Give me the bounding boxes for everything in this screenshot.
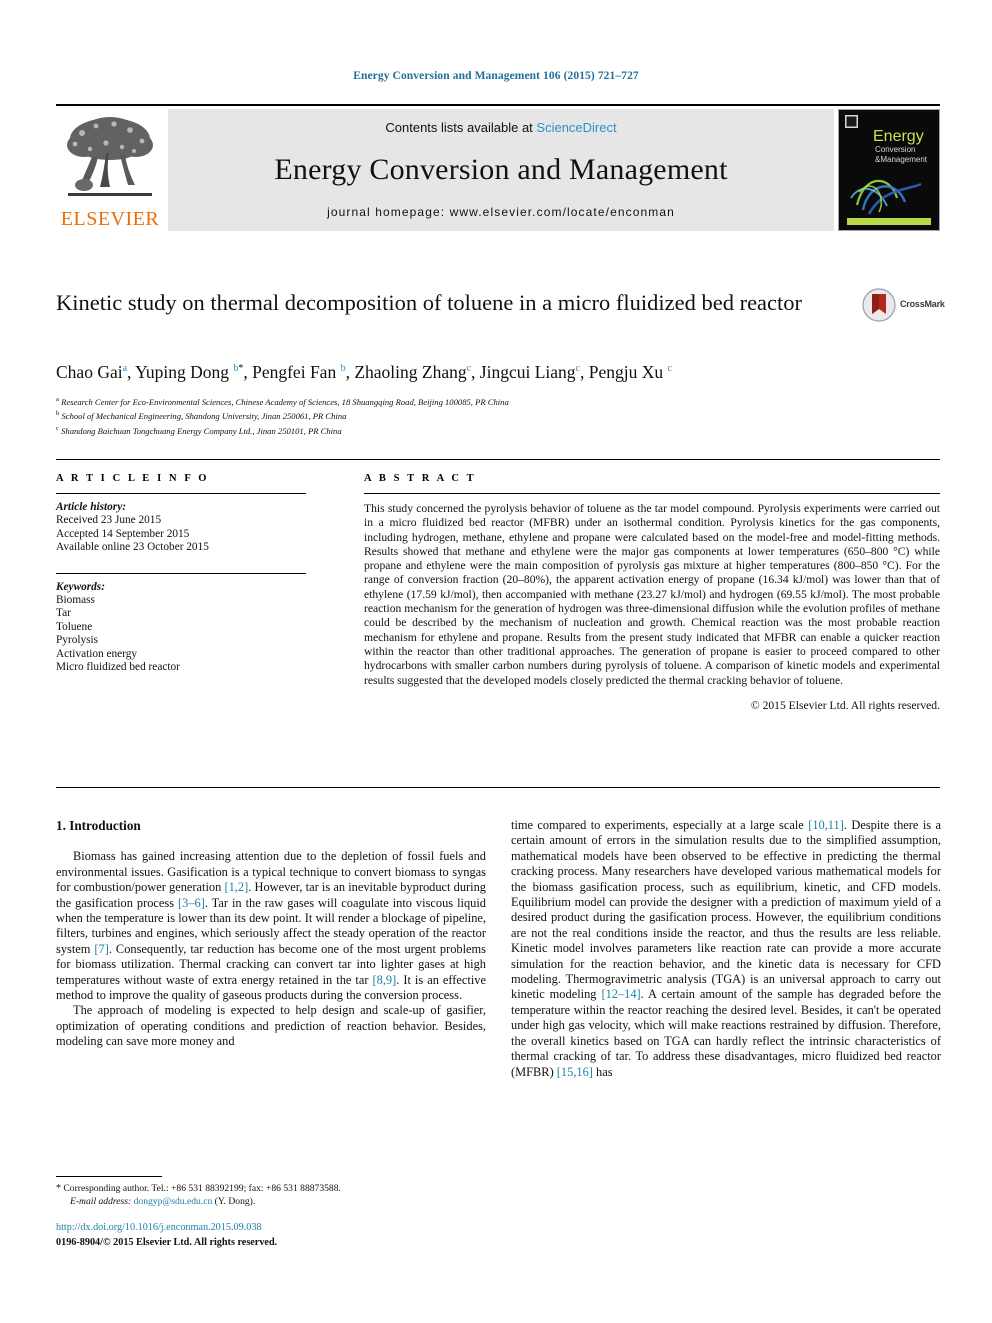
email-label: E-mail address: — [70, 1195, 132, 1207]
body-column-right: time compared to experiments, especially… — [511, 818, 941, 1080]
author-name: Pengfei Fan — [252, 361, 337, 382]
affiliation-list: a Research Center for Eco-Environmental … — [56, 394, 936, 437]
affiliation-marker: a — [56, 396, 59, 403]
article-history-label: Article history: — [56, 501, 126, 513]
author-affil-marker: c — [667, 363, 672, 374]
keyword-item: Toluene — [56, 620, 93, 633]
paragraph: The approach of modeling is expected to … — [56, 1003, 486, 1049]
footnote-rule — [56, 1176, 162, 1177]
email-link[interactable]: dongyp@sdu.edu.cn — [134, 1196, 213, 1207]
paragraph: Biomass has gained increasing attention … — [56, 849, 486, 1003]
author-affil-marker: a — [122, 363, 128, 374]
article-info-heading: A R T I C L E I N F O — [56, 473, 210, 484]
affiliation-a: a Research Center for Eco-Environmental … — [56, 394, 936, 408]
contents-prefix: Contents lists available at — [385, 120, 537, 135]
svg-text:&Management: &Management — [875, 155, 928, 164]
affiliation-text: Research Center for Eco-Environmental Sc… — [61, 396, 509, 407]
journal-masthead: ELSEVIER Contents lists available at Sci… — [56, 104, 940, 232]
crossmark-label: CrossMark — [900, 299, 945, 309]
article-info-block: A R T I C L E I N F O Article history: R… — [56, 473, 306, 674]
affiliation-marker: c — [56, 424, 59, 432]
corresponding-author-text: Corresponding author. Tel.: +86 531 8839… — [63, 1183, 341, 1194]
journal-cover-image: Energy Conversion &Management — [838, 109, 940, 231]
abstract-rule — [364, 493, 940, 494]
author-name: Yuping Dong — [135, 361, 229, 382]
abstract-heading: A B S T R A C T — [364, 473, 477, 484]
doi-link[interactable]: http://dx.doi.org/10.1016/j.enconman.201… — [56, 1222, 262, 1233]
paper-page: Energy Conversion and Management 106 (20… — [0, 0, 992, 1323]
article-history: Article history: Received 23 June 2015 A… — [56, 501, 306, 555]
info-section-bottom-rule — [56, 787, 940, 788]
author-affil-marker: c — [575, 363, 580, 374]
issn-copyright-line: 0196-8904/© 2015 Elsevier Ltd. All right… — [56, 1237, 278, 1248]
corresponding-author-marker: * — [238, 363, 244, 374]
author-6: Pengju Xu c — [589, 362, 672, 382]
section-heading-introduction: 1. Introduction — [56, 818, 141, 833]
footnote-block: * Corresponding author. Tel.: +86 531 88… — [56, 1183, 486, 1208]
abstract-copyright: © 2015 Elsevier Ltd. All rights reserved… — [750, 698, 940, 712]
elsevier-logo: ELSEVIER — [56, 109, 164, 231]
svg-text:Energy: Energy — [873, 128, 924, 145]
corresponding-author-note: * Corresponding author. Tel.: +86 531 88… — [56, 1183, 486, 1196]
paragraph-text: time compared to experiments, especially… — [511, 818, 941, 1079]
elsevier-wordmark: ELSEVIER — [60, 208, 160, 230]
affiliation-b: b School of Mechanical Engineering, Shan… — [56, 408, 936, 422]
journal-homepage-line[interactable]: journal homepage: www.elsevier.com/locat… — [327, 205, 675, 219]
keyword-item: Micro fluidized bed reactor — [56, 661, 180, 674]
keyword-item: Pyrolysis — [56, 634, 99, 647]
paragraph-text: The approach of modeling is expected to … — [56, 1003, 486, 1049]
svg-text:Conversion: Conversion — [875, 145, 915, 154]
journal-title: Energy Conversion and Management — [274, 153, 728, 186]
cover-artwork: Energy Conversion &Management — [839, 110, 939, 230]
paragraph-text: Biomass has gained increasing attention … — [56, 849, 487, 1003]
author-name: Chao Gai — [56, 361, 123, 382]
history-received: Received 23 June 2015 — [56, 514, 162, 527]
crossmark-icon — [862, 288, 896, 322]
author-name: Zhaoling Zhang — [354, 361, 467, 382]
affiliation-marker: b — [56, 410, 60, 418]
affiliation-text: Shandong Baichuan Tongchuang Energy Comp… — [61, 425, 342, 436]
contents-lists-line: Contents lists available at ScienceDirec… — [385, 120, 616, 135]
keyword-item: Activation energy — [56, 647, 138, 660]
author-name: Jingcui Liang — [479, 361, 576, 382]
author-name: Pengju Xu — [588, 361, 664, 382]
elsevier-tree-icon — [67, 117, 153, 196]
abstract-block: A B S T R A C T This study concerned the… — [364, 473, 940, 713]
keyword-item: Biomass — [56, 594, 95, 607]
crossmark-badge[interactable]: CrossMark — [862, 288, 945, 324]
author-affil-marker: b — [340, 363, 346, 374]
body-column-left: 1. Introduction Biomass has gained incre… — [56, 818, 486, 1050]
abstract-text: This study concerned the pyrolysis behav… — [364, 502, 940, 687]
journal-band: Contents lists available at ScienceDirec… — [168, 109, 834, 231]
author-1: Chao Gaia — [56, 362, 127, 382]
paragraph: time compared to experiments, especially… — [511, 818, 941, 1080]
email-owner: (Y. Dong). — [214, 1195, 256, 1207]
article-info-rule — [56, 493, 306, 494]
history-accepted: Accepted 14 September 2015 — [56, 527, 190, 540]
info-section-top-rule — [56, 459, 940, 460]
sciencedirect-link[interactable]: ScienceDirect — [536, 120, 616, 135]
keywords-block: Keywords: Biomass Tar Toluene Pyrolysis … — [56, 581, 306, 675]
author-2: Yuping Dong b* — [135, 362, 243, 382]
author-3: Pengfei Fan b — [252, 362, 345, 382]
footnote-star: * — [56, 1183, 61, 1194]
keywords-label: Keywords: — [56, 580, 105, 593]
keywords-rule — [56, 572, 306, 574]
author-list: Chao Gaia, Yuping Dong b*, Pengfei Fan b… — [56, 361, 672, 382]
affiliation-text: School of Mechanical Engineering, Shando… — [61, 411, 347, 422]
author-affil-marker: c — [466, 363, 472, 374]
affiliation-c: c Shandong Baichuan Tongchuang Energy Co… — [56, 423, 936, 437]
author-4: Zhaoling Zhangc — [354, 362, 471, 382]
page-title: Kinetic study on thermal decomposition o… — [56, 290, 803, 315]
keyword-item: Tar — [56, 607, 71, 620]
history-available: Available online 23 October 2015 — [56, 541, 209, 554]
email-note: E-mail address: dongyp@sdu.edu.cn (Y. Do… — [56, 1196, 486, 1209]
running-head: Energy Conversion and Management 106 (20… — [353, 70, 639, 82]
author-5: Jingcui Liangc — [480, 362, 580, 382]
